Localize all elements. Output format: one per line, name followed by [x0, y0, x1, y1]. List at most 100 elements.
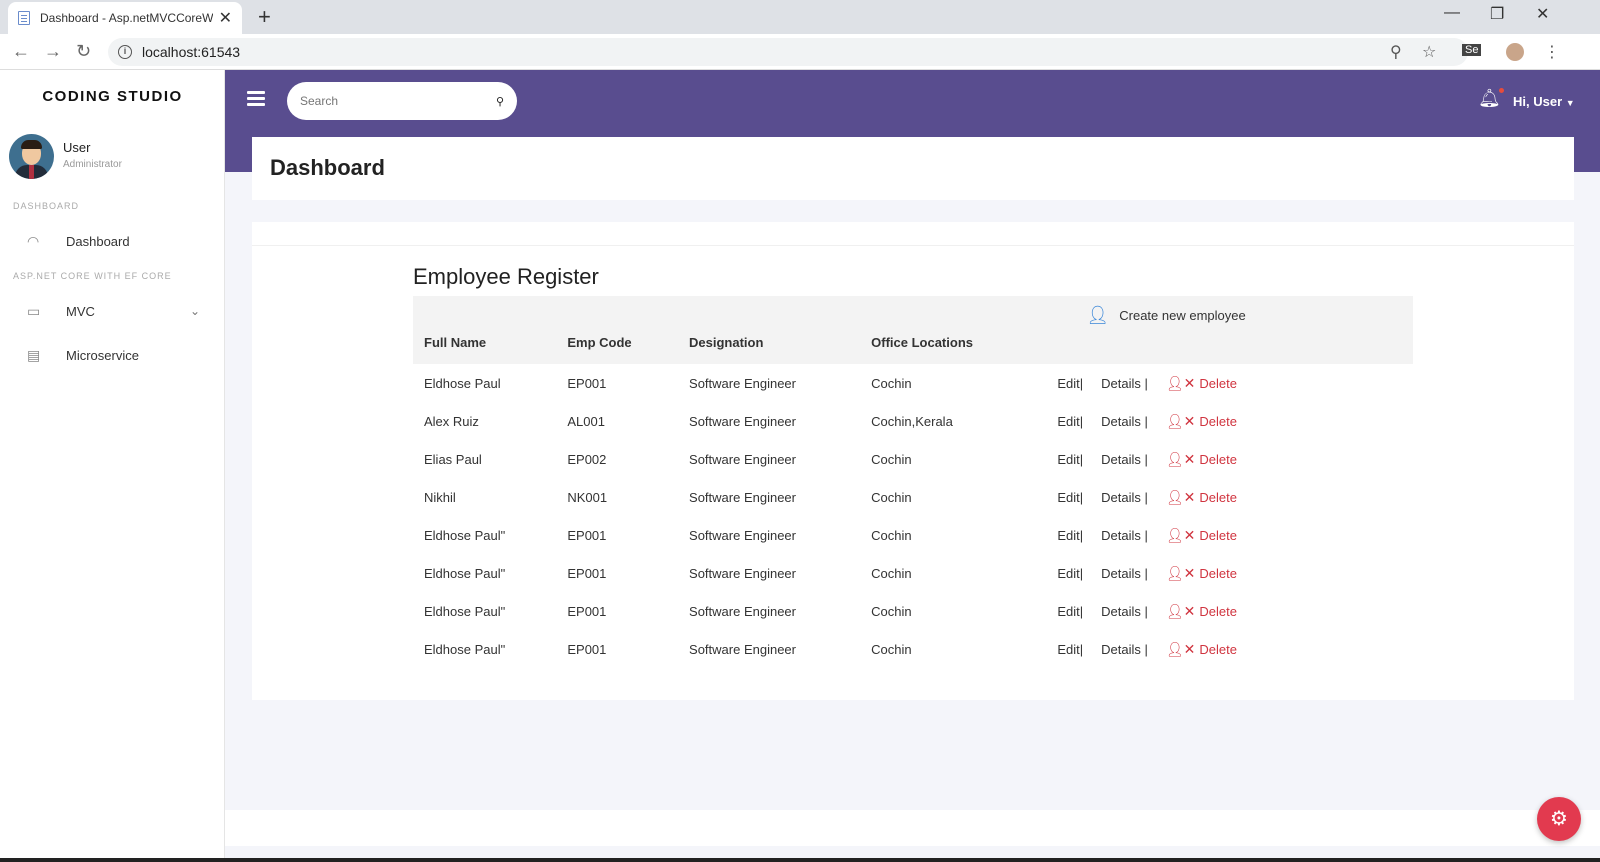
cell-emp-code: NK001: [567, 489, 608, 505]
edit-link[interactable]: Edit|: [1057, 604, 1083, 619]
caret-down-icon: ▼: [1565, 98, 1575, 108]
tab-title: Dashboard - Asp.netMVCCoreWi: [40, 11, 213, 25]
details-link[interactable]: Details |: [1101, 642, 1148, 657]
cell-actions: Edit| Details | 👤︎✕ Delete: [880, 554, 1248, 592]
cell-emp-code: EP001: [567, 603, 607, 619]
cell-emp-code: AL001: [567, 413, 605, 429]
details-link[interactable]: Details |: [1101, 452, 1148, 467]
site-info-icon[interactable]: i: [118, 45, 132, 59]
details-link[interactable]: Details |: [1101, 490, 1148, 505]
cell-designation: Software Engineer: [689, 375, 796, 391]
bookmark-star-icon[interactable]: ☆: [1422, 42, 1436, 62]
clipboard-icon: ▤: [27, 346, 41, 363]
edit-link[interactable]: Edit|: [1057, 452, 1083, 467]
edit-link[interactable]: Edit|: [1057, 414, 1083, 429]
cell-emp-code: EP001: [567, 565, 607, 581]
details-link[interactable]: Details |: [1101, 376, 1148, 391]
cell-actions: Edit| Details | 👤︎✕ Delete: [880, 402, 1248, 440]
cell-designation: Software Engineer: [689, 565, 796, 581]
close-window-icon[interactable]: ✕: [1536, 4, 1549, 24]
details-link[interactable]: Details |: [1101, 414, 1148, 429]
content-card: Employee Register Full Name Emp Code Des…: [252, 222, 1574, 700]
brand-logo[interactable]: CODING STUDIO: [0, 88, 225, 105]
search-bar: ⚲: [287, 82, 517, 120]
edit-link[interactable]: Edit|: [1057, 642, 1083, 657]
remove-user-icon: 👤︎✕: [1165, 488, 1196, 505]
user-menu[interactable]: Hi, User ▼: [1513, 94, 1575, 109]
delete-link[interactable]: 👤︎✕ Delete: [1166, 413, 1237, 429]
details-link[interactable]: Details |: [1101, 604, 1148, 619]
restore-icon[interactable]: ❐: [1490, 4, 1504, 24]
edit-link[interactable]: Edit|: [1057, 376, 1083, 391]
remove-user-icon: 👤︎✕: [1165, 564, 1196, 581]
delete-link[interactable]: 👤︎✕ Delete: [1166, 527, 1237, 543]
cell-full-name: Eldhose Paul": [424, 565, 506, 581]
gauge-icon: ◠: [27, 232, 40, 249]
create-employee-link[interactable]: 👤︎ Create new employee: [1086, 305, 1432, 326]
edit-link[interactable]: Edit|: [1057, 566, 1083, 581]
settings-gear-icon[interactable]: ⚙: [1537, 797, 1581, 841]
search-input[interactable]: [300, 94, 496, 108]
reload-icon[interactable]: ↻: [76, 41, 91, 62]
footer: [225, 810, 1600, 846]
cell-actions: Edit| Details | 👤︎✕ Delete: [880, 440, 1248, 478]
notification-bell-icon[interactable]: 🔔︎: [1478, 88, 1504, 109]
delete-link[interactable]: 👤︎✕ Delete: [1165, 564, 1237, 581]
delete-label: Delete: [1199, 603, 1237, 619]
user-role: Administrator: [63, 159, 122, 170]
table-row: Elias Paul EP002 Software Engineer Cochin Ed…: [413, 440, 1413, 478]
edit-link[interactable]: Edit|: [1057, 490, 1083, 505]
profile-avatar-icon[interactable]: [1506, 43, 1524, 61]
delete-link[interactable]: 👤︎✕ Delete: [1165, 602, 1237, 619]
delete-link[interactable]: 👤︎✕ Delete: [1166, 451, 1237, 467]
close-tab-icon[interactable]: ✕: [219, 8, 232, 28]
column-header-emp-code: Emp Code: [567, 335, 632, 350]
column-header-designation: Designation: [689, 335, 764, 350]
zoom-icon[interactable]: ⚲: [1390, 42, 1402, 62]
table-row: Eldhose Paul EP001 Software Engineer Cochin…: [413, 364, 1413, 402]
delete-link[interactable]: 👤︎✕ Delete: [1165, 374, 1237, 391]
browser-tab[interactable]: Dashboard - Asp.netMVCCoreWi ✕: [8, 2, 242, 34]
table-row: Eldhose Paul" EP001 Software Engineer Cochi…: [413, 554, 1413, 592]
cell-emp-code: EP001: [567, 527, 607, 543]
new-tab-icon[interactable]: +: [258, 4, 271, 30]
cell-full-name: Nikhil: [424, 489, 456, 505]
delete-link[interactable]: 👤︎✕ Delete: [1166, 641, 1237, 657]
employee-table: Full Name Emp Code Designation Office Lo…: [413, 296, 1413, 668]
remove-user-icon: 👤︎✕: [1165, 602, 1196, 619]
menu-toggle-icon[interactable]: [247, 91, 265, 106]
details-link[interactable]: Details |: [1101, 528, 1148, 543]
cell-emp-code: EP001: [567, 375, 607, 391]
sidebar-item-mvc[interactable]: ▭ MVC ⌄: [0, 296, 225, 326]
notification-dot: [1498, 88, 1504, 93]
cell-full-name: Alex Ruiz: [424, 413, 479, 429]
sidebar-item-microservice[interactable]: ▤ Microservice: [0, 340, 225, 370]
forward-icon[interactable]: →: [44, 41, 62, 62]
sidebar: CODING STUDIO User Administrator DASHBOA…: [0, 70, 225, 862]
browser-menu-icon[interactable]: ⋮: [1544, 42, 1560, 62]
section-label-aspnet: ASP.NET CORE WITH EF CORE: [13, 271, 172, 281]
back-icon[interactable]: ←: [12, 41, 30, 62]
details-link[interactable]: Details |: [1101, 566, 1148, 581]
delete-label: Delete: [1199, 641, 1237, 657]
edit-link[interactable]: Edit|: [1057, 528, 1083, 543]
table-row: Eldhose Paul" EP001 Software Engineer Cochi…: [413, 516, 1413, 554]
delete-link[interactable]: 👤︎✕ Delete: [1165, 488, 1237, 505]
delete-label: Delete: [1199, 565, 1237, 581]
user-name: User: [63, 140, 91, 155]
delete-label: Delete: [1199, 375, 1237, 391]
delete-label: Delete: [1199, 413, 1237, 429]
remove-user-icon: 👤︎✕: [1165, 374, 1196, 391]
sidebar-item-dashboard[interactable]: ◠ Dashboard: [0, 226, 225, 256]
page-title: Dashboard: [270, 155, 385, 180]
search-icon[interactable]: ⚲: [496, 95, 504, 108]
chevron-down-icon[interactable]: ⌄: [190, 304, 200, 318]
cell-actions: Edit| Details | 👤︎✕ Delete: [880, 478, 1248, 516]
extension-icon[interactable]: Se: [1462, 44, 1482, 56]
column-header-office-locations: Office Locations: [871, 335, 973, 350]
url-text: localhost:61543: [142, 44, 241, 60]
delete-label: Delete: [1199, 489, 1237, 505]
minimize-icon[interactable]: —: [1444, 4, 1460, 22]
cell-full-name: Eldhose Paul": [424, 603, 506, 619]
address-bar[interactable]: i localhost:61543: [108, 38, 1468, 66]
